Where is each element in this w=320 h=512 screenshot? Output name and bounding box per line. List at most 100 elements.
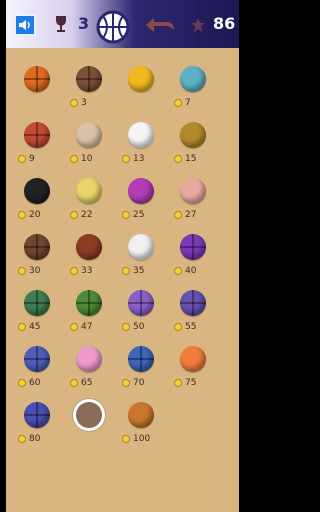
- ball-item[interactable]: 7: [170, 60, 222, 116]
- price-label: 75: [185, 378, 197, 388]
- price-tag: 27: [174, 210, 196, 220]
- ball-item[interactable]: 70: [118, 340, 170, 396]
- ball-item[interactable]: 35: [118, 228, 170, 284]
- price-tag: 22: [70, 210, 92, 220]
- ball-item[interactable]: 47: [66, 284, 118, 340]
- ball-icon: [24, 402, 50, 428]
- ball-icon: [76, 234, 102, 260]
- coin-icon: [70, 379, 78, 387]
- price-tag: 20: [18, 210, 40, 220]
- price-tag: 9: [18, 154, 35, 164]
- ball-icon: [180, 346, 206, 372]
- price-tag: 50: [122, 322, 144, 332]
- ball-item[interactable]: 27: [170, 172, 222, 228]
- coin-icon: [18, 435, 26, 443]
- price-label: 3: [81, 98, 87, 108]
- ball-item[interactable]: 20: [14, 172, 66, 228]
- price-tag: 25: [122, 210, 144, 220]
- price-label: 65: [81, 378, 93, 388]
- coin-icon: [174, 267, 182, 275]
- ball-item[interactable]: [118, 60, 170, 116]
- ball-icon: [128, 178, 154, 204]
- ball-item[interactable]: 60: [14, 340, 66, 396]
- price-label: 50: [133, 322, 145, 332]
- coin-icon: [70, 155, 78, 163]
- basketball-icon: [96, 10, 130, 44]
- price-tag: 15: [174, 154, 196, 164]
- coin-icon: [18, 155, 26, 163]
- sound-button[interactable]: [14, 14, 36, 36]
- ball-shop-screen: 3 86 3 7 9 10 13 15 20 22 25 27 30 33 35 40 45 47 50 55 60…: [6, 0, 239, 512]
- price-label: 10: [81, 154, 93, 164]
- price-label: 35: [133, 266, 145, 276]
- ball-item[interactable]: 25: [118, 172, 170, 228]
- price-tag: 10: [70, 154, 92, 164]
- back-arrow-icon[interactable]: [144, 15, 176, 35]
- ball-grid: 3 7 9 10 13 15 20 22 25 27 30 33 35 40 45 47 50 55 60 65 70 7…: [6, 60, 239, 452]
- price-tag: 75: [174, 378, 196, 388]
- ball-icon: [76, 346, 102, 372]
- ball-icon: [128, 122, 154, 148]
- ball-item[interactable]: 80: [14, 396, 66, 452]
- ball-item[interactable]: 45: [14, 284, 66, 340]
- ball-item[interactable]: 50: [118, 284, 170, 340]
- coin-icon: [18, 379, 26, 387]
- coin-icon: [122, 323, 130, 331]
- price-label: 45: [29, 322, 41, 332]
- ball-icon: [76, 178, 102, 204]
- ball-item[interactable]: 9: [14, 116, 66, 172]
- ball-icon: [180, 290, 206, 316]
- ball-item[interactable]: 33: [66, 228, 118, 284]
- coin-icon: [174, 155, 182, 163]
- price-label: 27: [185, 210, 197, 220]
- price-label: 9: [29, 154, 35, 164]
- price-label: 100: [133, 434, 151, 444]
- ball-item[interactable]: 22: [66, 172, 118, 228]
- price-label: 20: [29, 210, 41, 220]
- price-label: 22: [81, 210, 93, 220]
- ball-item[interactable]: 13: [118, 116, 170, 172]
- price-tag: 100: [122, 434, 150, 444]
- ball-icon: [128, 66, 154, 92]
- price-tag: 47: [70, 322, 92, 332]
- ball-icon: [180, 234, 206, 260]
- coin-icon: [174, 211, 182, 219]
- ball-item[interactable]: 10: [66, 116, 118, 172]
- price-tag: 45: [18, 322, 40, 332]
- price-tag: 65: [70, 378, 92, 388]
- sound-icon: [19, 20, 30, 30]
- price-label: 60: [29, 378, 41, 388]
- ball-icon: [24, 66, 50, 92]
- ball-item[interactable]: 3: [66, 60, 118, 116]
- ball-item[interactable]: [66, 396, 118, 452]
- ball-icon: [128, 402, 154, 428]
- price-label: 47: [81, 322, 93, 332]
- ball-item[interactable]: 55: [170, 284, 222, 340]
- ball-item[interactable]: 15: [170, 116, 222, 172]
- coin-icon: [174, 323, 182, 331]
- coin-count: 86: [213, 14, 236, 33]
- coin-icon: [70, 323, 78, 331]
- coin-icon: [18, 211, 26, 219]
- ball-item[interactable]: 65: [66, 340, 118, 396]
- price-tag: 30: [18, 266, 40, 276]
- ball-icon: [76, 122, 102, 148]
- coin-icon: [70, 211, 78, 219]
- price-label: 55: [185, 322, 197, 332]
- ball-item[interactable]: 30: [14, 228, 66, 284]
- ball-item[interactable]: 40: [170, 228, 222, 284]
- price-label: 80: [29, 434, 41, 444]
- current-score: 3: [78, 14, 90, 33]
- ball-item[interactable]: [14, 60, 66, 116]
- price-label: 25: [133, 210, 145, 220]
- price-tag: 60: [18, 378, 40, 388]
- ball-icon: [76, 66, 102, 92]
- ball-item[interactable]: 75: [170, 340, 222, 396]
- ball-icon: [24, 178, 50, 204]
- ball-item[interactable]: 100: [118, 396, 170, 452]
- coin-icon: [122, 267, 130, 275]
- coin-icon: [122, 379, 130, 387]
- price-label: 13: [133, 154, 145, 164]
- price-label: 40: [185, 266, 197, 276]
- ball-icon: [24, 234, 50, 260]
